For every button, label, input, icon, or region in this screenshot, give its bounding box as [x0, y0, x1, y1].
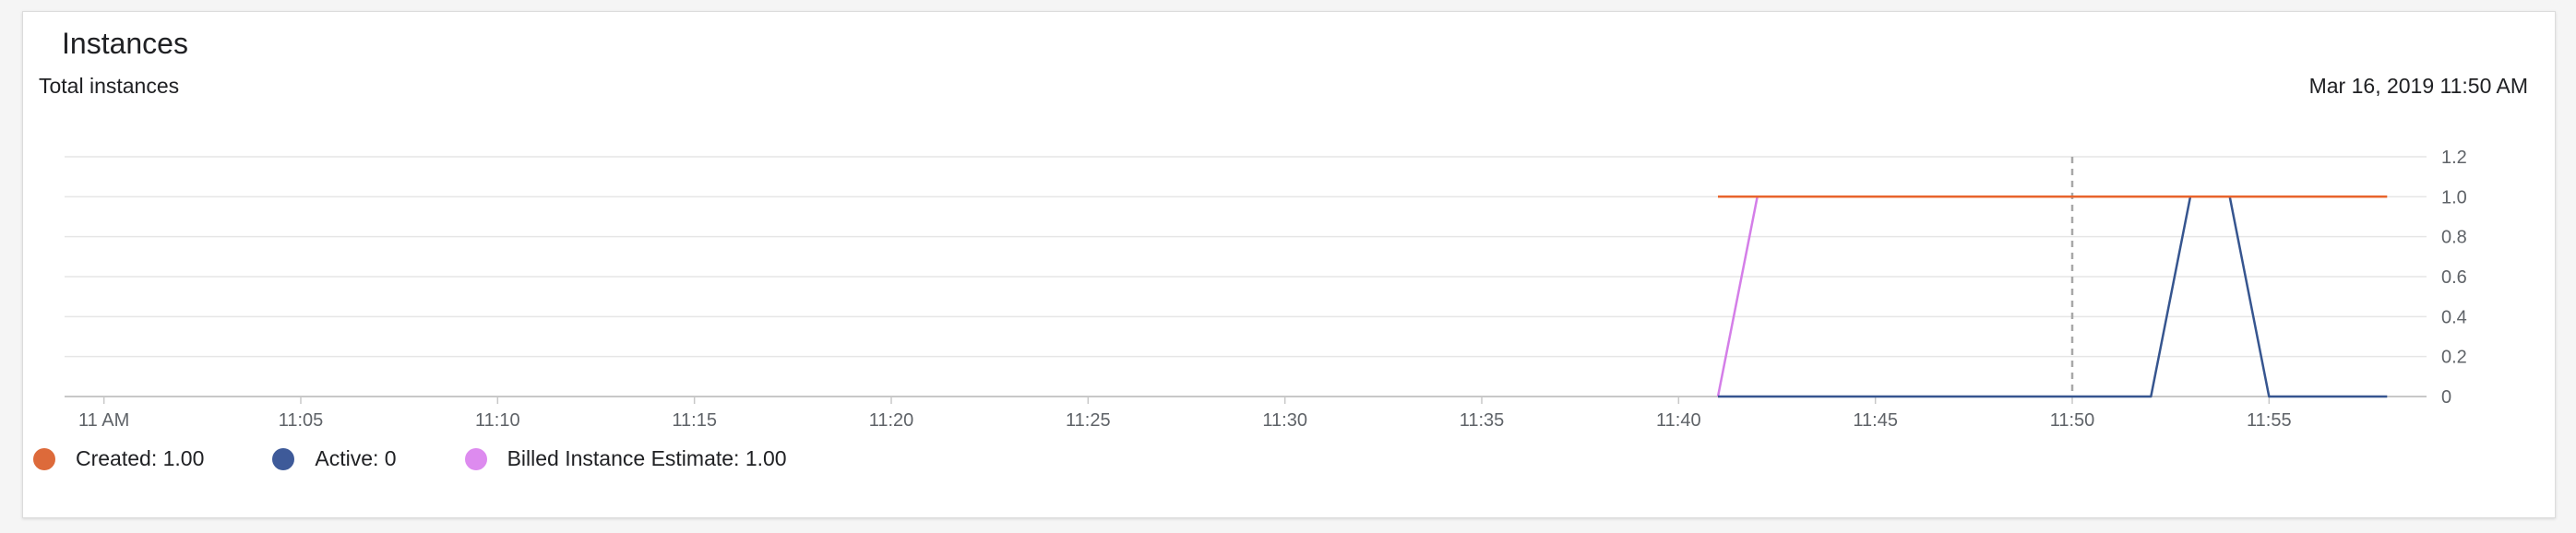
legend-item-created[interactable]: Created: 1.00 — [33, 446, 204, 471]
y-tick-label: 0.4 — [2441, 307, 2467, 327]
x-tick-label: 11:40 — [1656, 410, 1701, 431]
x-tick-label: 11:05 — [279, 410, 324, 431]
legend-dot-icon — [272, 447, 295, 470]
y-tick-label: 0.8 — [2441, 228, 2467, 248]
x-tick-label: 11:45 — [1853, 410, 1898, 431]
x-tick-label: 11:55 — [2247, 410, 2292, 431]
x-tick-label: 11:20 — [869, 410, 914, 431]
x-tick-label: 11:15 — [672, 410, 717, 431]
series-line-billed-instance-estimate — [1716, 196, 1759, 397]
legend-dot-icon — [464, 447, 487, 470]
x-tick-label: 11:25 — [1066, 410, 1111, 431]
x-tick-label: 11:50 — [2050, 410, 2095, 431]
x-tick-label: 11 AM — [78, 410, 129, 431]
x-tick-label: 11:35 — [1460, 410, 1505, 431]
x-tick-labels: 11 AM 11:05 11:10 11:15 11:20 11:25 11:30 11:35… — [78, 410, 2292, 431]
x-tick-label: 11:10 — [475, 410, 520, 431]
legend-item-billed-instance-estimate[interactable]: Billed Instance Estimate: 1.00 — [464, 446, 787, 471]
y-tick-label: 0 — [2441, 387, 2451, 408]
y-tick-label: 1.2 — [2441, 148, 2467, 168]
y-tick-labels: 0 0.2 0.4 0.6 0.8 1.0 1.2 — [2441, 148, 2467, 408]
legend-item-active[interactable]: Active: 0 — [272, 446, 397, 471]
chart-legend: Created: 1.00 Active: 0 Billed Instance Es… — [33, 446, 855, 471]
y-tick-label: 0.6 — [2441, 267, 2467, 288]
series-layer — [1716, 195, 2388, 398]
y-tick-label: 0.2 — [2441, 348, 2467, 368]
series-line-active — [1718, 195, 2388, 398]
x-tick-label: 11:30 — [1262, 410, 1307, 431]
y-tick-label: 1.0 — [2441, 187, 2467, 207]
legend-label: Created: 1.00 — [76, 446, 205, 470]
legend-dot-icon — [33, 447, 55, 470]
legend-label: Billed Instance Estimate: 1.00 — [507, 446, 787, 470]
legend-label: Active: 0 — [315, 446, 397, 470]
